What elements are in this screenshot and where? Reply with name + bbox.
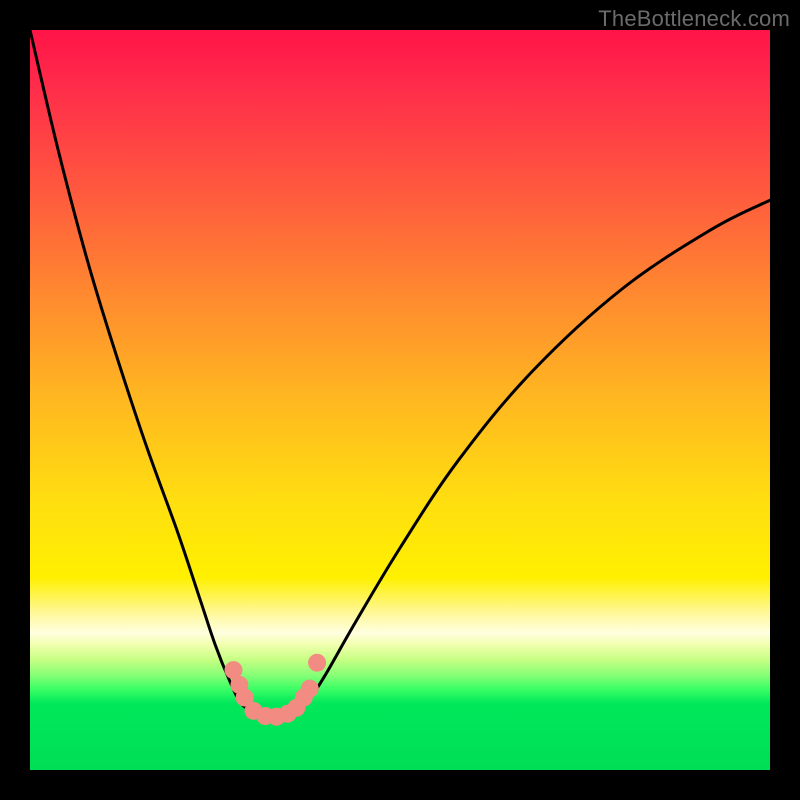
curve-marker <box>301 680 319 698</box>
right-branch-curve <box>296 200 770 711</box>
marker-group <box>225 654 327 726</box>
watermark-text: TheBottleneck.com <box>598 6 790 32</box>
chart-stage: TheBottleneck.com <box>0 0 800 800</box>
left-branch-curve <box>30 30 252 711</box>
curve-layer <box>30 30 770 770</box>
curve-marker <box>308 654 326 672</box>
plot-area <box>30 30 770 770</box>
